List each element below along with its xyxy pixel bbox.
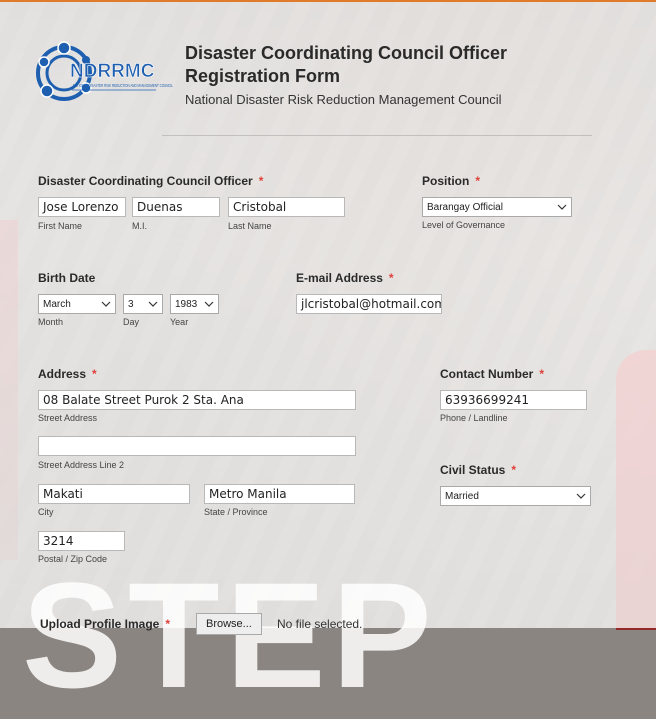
page-subtitle: National Disaster Risk Reduction Managem… — [185, 92, 502, 107]
address-label-text: Address — [38, 367, 87, 381]
position-caption: Level of Governance — [422, 220, 506, 230]
position-select-value: Barangay Official — [427, 202, 503, 213]
middle-initial-caption: M.I. — [132, 221, 147, 231]
top-accent-bar — [0, 0, 656, 2]
email-label-text: E-mail Address — [296, 271, 383, 285]
civil-status-value: Married — [445, 491, 479, 502]
street-address-input[interactable]: 08 Balate Street Purok 2 Sta. Ana — [38, 390, 356, 410]
address-label: Address * — [38, 367, 97, 381]
required-mark: * — [165, 617, 171, 631]
position-select[interactable]: Barangay Official — [422, 197, 572, 217]
birth-year-select[interactable]: 1983 — [170, 294, 219, 314]
chevron-down-icon — [576, 493, 586, 499]
street-address-line2-caption: Street Address Line 2 — [38, 460, 125, 470]
svg-text:NATIONAL DISASTER RISK REDUCTI: NATIONAL DISASTER RISK REDUCTION AND MAN… — [73, 83, 173, 88]
last-name-caption: Last Name — [228, 221, 272, 231]
birth-day-caption: Day — [123, 317, 140, 327]
required-mark: * — [539, 367, 545, 381]
chevron-down-icon — [101, 301, 111, 307]
street-address-line2-input[interactable] — [38, 436, 356, 456]
state-input[interactable]: Metro Manila — [204, 484, 355, 504]
birth-year-caption: Year — [170, 317, 189, 327]
city-caption: City — [38, 507, 54, 517]
required-mark: * — [258, 174, 264, 188]
birth-month-value: March — [43, 299, 71, 310]
middle-initial-input[interactable]: Duenas — [132, 197, 220, 217]
city-input[interactable]: Makati — [38, 484, 190, 504]
first-name-caption: First Name — [38, 221, 83, 231]
required-mark: * — [511, 463, 517, 477]
contact-number-caption: Phone / Landline — [440, 413, 508, 423]
civil-status-label: Civil Status * — [440, 463, 516, 477]
file-status-text: No file selected. — [277, 617, 363, 631]
civil-status-label-text: Civil Status — [440, 463, 506, 477]
street-address-caption: Street Address — [38, 413, 98, 423]
contact-number-label: Contact Number * — [440, 367, 544, 381]
chevron-down-icon — [148, 301, 158, 307]
email-label: E-mail Address * — [296, 271, 394, 285]
chevron-down-icon — [557, 204, 567, 210]
postal-code-input[interactable]: 3214 — [38, 531, 125, 551]
state-caption: State / Province — [204, 507, 268, 517]
ndrrmc-logo: NDRRMC NATIONAL DISASTER RISK REDUCTION … — [36, 41, 173, 101]
birth-year-value: 1983 — [175, 299, 198, 310]
contact-number-label-text: Contact Number — [440, 367, 534, 381]
birth-month-select[interactable]: March — [38, 294, 116, 314]
position-label: Position * — [422, 174, 480, 188]
upload-label-text: Upload Profile Image — [40, 617, 160, 631]
civil-status-select[interactable]: Married — [440, 486, 591, 506]
officer-label: Disaster Coordinating Council Officer * — [38, 174, 263, 188]
email-input[interactable]: jlcristobal@hotmail.com — [296, 294, 442, 314]
birth-day-select[interactable]: 3 — [123, 294, 163, 314]
svg-text:NDRRMC: NDRRMC — [70, 61, 155, 82]
required-mark: * — [475, 174, 481, 188]
background-watermark-text: STEP — [22, 551, 438, 719]
contact-number-input[interactable]: 63936699241 — [440, 390, 587, 410]
first-name-input[interactable]: Jose Lorenzo — [38, 197, 126, 217]
page-title: Disaster Coordinating Council Officer Re… — [185, 43, 508, 86]
officer-label-text: Disaster Coordinating Council Officer — [38, 174, 253, 188]
browse-button[interactable]: Browse... — [196, 613, 262, 635]
position-label-text: Position — [422, 174, 470, 188]
header-divider — [162, 135, 592, 136]
birth-month-caption: Month — [38, 317, 64, 327]
upload-label: Upload Profile Image * — [40, 617, 170, 631]
postal-code-caption: Postal / Zip Code — [38, 554, 108, 564]
required-mark: * — [388, 271, 394, 285]
birth-date-label: Birth Date — [38, 271, 96, 285]
required-mark: * — [92, 367, 97, 381]
chevron-down-icon — [204, 301, 214, 307]
last-name-input[interactable]: Cristobal — [228, 197, 345, 217]
birth-day-value: 3 — [128, 299, 134, 310]
